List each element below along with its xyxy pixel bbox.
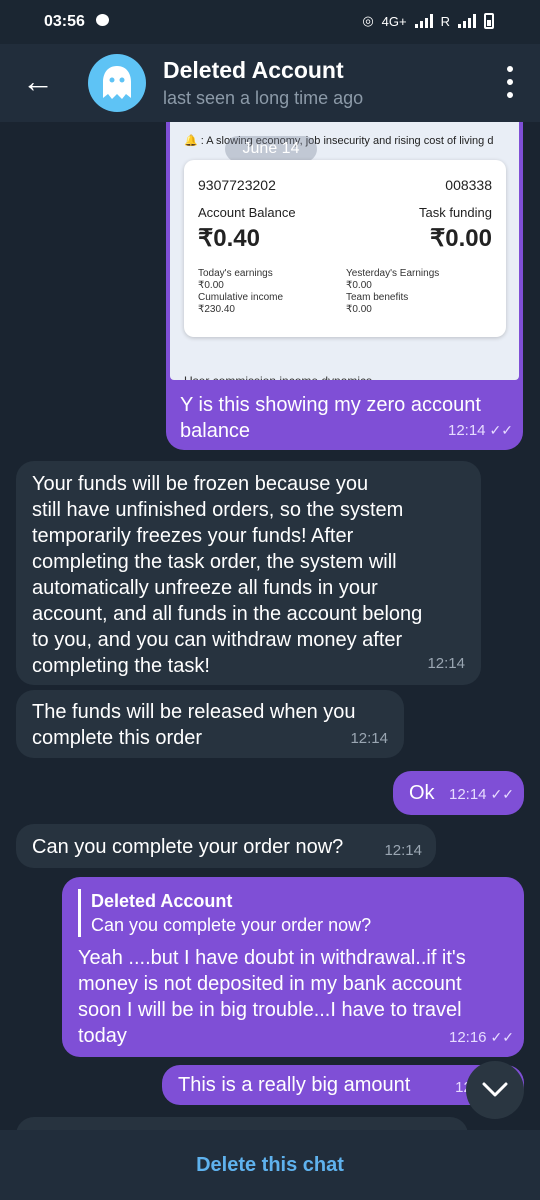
message-text: Yeah ....but I have doubt in withdrawal.… xyxy=(78,947,466,1047)
message-bubble-outgoing[interactable]: Deleted Account Can you complete your or… xyxy=(62,877,524,1057)
message-bubble-outgoing[interactable]: 🔔 : A slowing economy, job insecurity an… xyxy=(166,122,523,450)
message-bubble-outgoing[interactable]: Ok 12:14 ✓✓ xyxy=(393,771,524,815)
message-bubble-incoming-partial[interactable] xyxy=(16,1117,468,1130)
message-bubble-incoming[interactable]: Can you complete your order now? 12:14 xyxy=(16,824,436,868)
message-text: Ok xyxy=(409,782,435,804)
message-text: This is a really big amount xyxy=(178,1074,411,1096)
message-time: 12:14 ✓✓ xyxy=(448,786,514,803)
message-time: 12:16 ✓✓ xyxy=(448,1029,514,1046)
earnings-right: Yesterday's Earnings ₹0.00 Team benefits… xyxy=(346,268,440,315)
reply-author: Deleted Account xyxy=(91,891,233,911)
scroll-down-button[interactable] xyxy=(466,1061,524,1119)
task-funding-label: Task funding xyxy=(419,205,492,220)
message-text: The funds will be released when you comp… xyxy=(32,701,356,749)
message-text: Can you complete your order now? xyxy=(32,836,344,858)
ghost-icon xyxy=(103,66,131,99)
earnings-left: Today's earnings ₹0.00 Cumulative income… xyxy=(198,268,284,315)
message-bubble-incoming[interactable]: Your funds will be frozen because you st… xyxy=(16,461,481,685)
message-time: 12:14 ✓✓ xyxy=(447,422,513,439)
more-options-icon[interactable] xyxy=(506,66,514,98)
message-time: 12:14 xyxy=(350,730,388,747)
message-text: Y is this showing my zero account balanc… xyxy=(180,394,481,442)
account-code: 008338 xyxy=(445,177,492,193)
status-bar: 03:56 ◎ 4G+ R xyxy=(0,0,540,44)
double-check-icon: ✓✓ xyxy=(490,1029,514,1045)
chat-notification-icon xyxy=(96,14,109,26)
message-time: 12:14 xyxy=(384,842,422,859)
date-pill: June 14 xyxy=(225,136,317,162)
avatar[interactable] xyxy=(88,54,146,112)
chat-header: ← Deleted Account last seen a long time … xyxy=(0,44,540,122)
chevron-down-icon xyxy=(482,1082,508,1097)
double-check-icon: ✓✓ xyxy=(490,786,514,802)
message-list[interactable]: 🔔 : A slowing economy, job insecurity an… xyxy=(0,122,540,1130)
task-funding-value: ₹0.00 xyxy=(430,225,492,252)
account-number: 9307723202 xyxy=(198,177,276,193)
double-check-icon: ✓✓ xyxy=(489,422,513,438)
balance-value: ₹0.40 xyxy=(198,225,260,252)
reply-text: Can you complete your order now? xyxy=(91,915,372,935)
signal-icon-2 xyxy=(458,14,476,28)
roaming-indicator: R xyxy=(440,13,450,29)
status-icons: ◎ 4G+ R xyxy=(362,13,494,29)
bell-icon: 🔔 xyxy=(184,135,198,147)
network-type: 4G+ xyxy=(381,13,407,29)
balance-card: 9307723202 008338 Account Balance Task f… xyxy=(184,160,506,337)
reply-quote[interactable]: Deleted Account Can you complete your or… xyxy=(78,889,371,937)
back-arrow-icon[interactable]: ← xyxy=(22,64,54,98)
attached-screenshot[interactable]: 🔔 : A slowing economy, job insecurity an… xyxy=(170,122,519,380)
balance-label: Account Balance xyxy=(198,205,296,220)
delete-chat-button[interactable]: Delete this chat xyxy=(196,1154,344,1176)
signal-icon xyxy=(414,14,433,28)
battery-icon xyxy=(484,13,494,29)
hotspot-icon: ◎ xyxy=(362,13,374,28)
bottom-action-bar: Delete this chat xyxy=(0,1130,540,1200)
last-seen-status: last seen a long time ago xyxy=(163,88,364,108)
message-text: Your funds will be frozen because you st… xyxy=(32,473,423,677)
message-bubble-incoming[interactable]: The funds will be released when you comp… xyxy=(16,690,404,758)
screenshot-footer: User commission income dynamics xyxy=(184,368,372,380)
status-time: 03:56 xyxy=(44,13,85,30)
message-time: 12:14 xyxy=(427,655,465,672)
chat-title[interactable]: Deleted Account xyxy=(163,57,344,84)
